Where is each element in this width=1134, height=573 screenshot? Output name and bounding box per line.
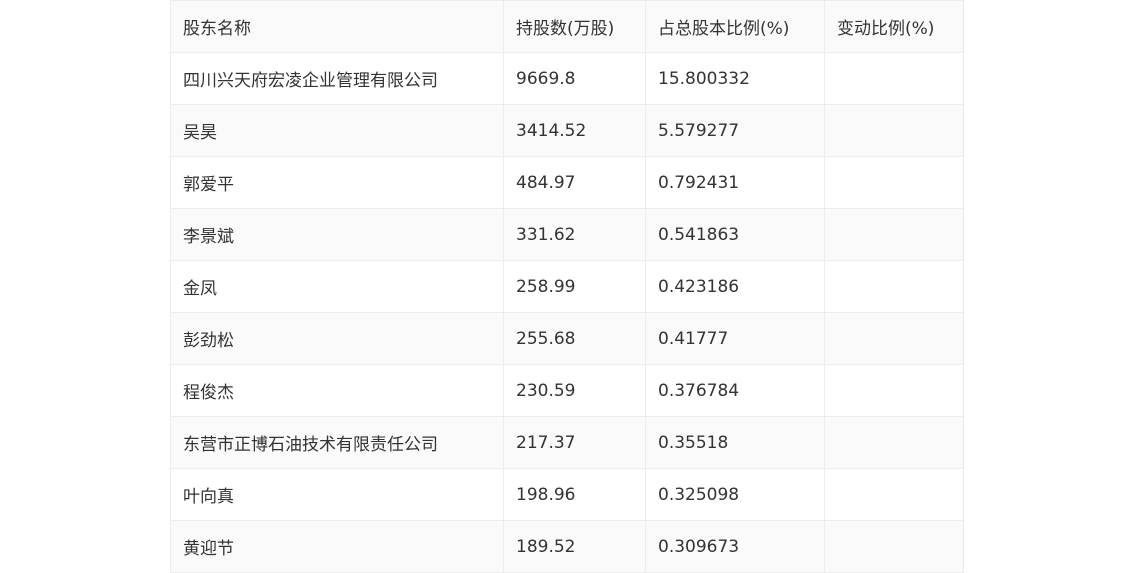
cell-shares-held: 189.52 bbox=[503, 520, 646, 573]
cell-change-ratio bbox=[824, 260, 964, 313]
header-shares-held: 持股数(万股) bbox=[503, 0, 646, 53]
cell-change-ratio bbox=[824, 416, 964, 469]
table-row: 叶向真 198.96 0.325098 bbox=[170, 468, 964, 521]
table-row: 四川兴天府宏凌企业管理有限公司 9669.8 15.800332 bbox=[170, 52, 964, 105]
cell-shareholder-name: 李景斌 bbox=[170, 208, 504, 261]
cell-shares-held: 198.96 bbox=[503, 468, 646, 521]
cell-share-ratio: 0.541863 bbox=[645, 208, 825, 261]
cell-shareholder-name: 彭劲松 bbox=[170, 312, 504, 365]
cell-shares-held: 484.97 bbox=[503, 156, 646, 209]
cell-shares-held: 230.59 bbox=[503, 364, 646, 417]
cell-change-ratio bbox=[824, 52, 964, 105]
cell-shares-held: 3414.52 bbox=[503, 104, 646, 157]
cell-shareholder-name: 叶向真 bbox=[170, 468, 504, 521]
cell-shareholder-name: 吴昊 bbox=[170, 104, 504, 157]
table-row: 程俊杰 230.59 0.376784 bbox=[170, 364, 964, 417]
cell-shareholder-name: 东营市正博石油技术有限责任公司 bbox=[170, 416, 504, 469]
cell-change-ratio bbox=[824, 364, 964, 417]
cell-change-ratio bbox=[824, 468, 964, 521]
table-header-row: 股东名称 持股数(万股) 占总股本比例(%) 变动比例(%) bbox=[170, 0, 964, 53]
cell-change-ratio bbox=[824, 104, 964, 157]
header-change-ratio: 变动比例(%) bbox=[824, 0, 964, 53]
cell-change-ratio bbox=[824, 520, 964, 573]
table-row: 彭劲松 255.68 0.41777 bbox=[170, 312, 964, 365]
header-shareholder-name: 股东名称 bbox=[170, 0, 504, 53]
cell-share-ratio: 0.376784 bbox=[645, 364, 825, 417]
table-row: 金凤 258.99 0.423186 bbox=[170, 260, 964, 313]
cell-shares-held: 9669.8 bbox=[503, 52, 646, 105]
cell-share-ratio: 15.800332 bbox=[645, 52, 825, 105]
table-row: 吴昊 3414.52 5.579277 bbox=[170, 104, 964, 157]
cell-shareholder-name: 程俊杰 bbox=[170, 364, 504, 417]
table-row: 东营市正博石油技术有限责任公司 217.37 0.35518 bbox=[170, 416, 964, 469]
cell-share-ratio: 0.325098 bbox=[645, 468, 825, 521]
cell-share-ratio: 0.41777 bbox=[645, 312, 825, 365]
cell-change-ratio bbox=[824, 208, 964, 261]
cell-share-ratio: 5.579277 bbox=[645, 104, 825, 157]
header-share-ratio: 占总股本比例(%) bbox=[645, 0, 825, 53]
cell-shareholder-name: 郭爱平 bbox=[170, 156, 504, 209]
cell-shares-held: 258.99 bbox=[503, 260, 646, 313]
cell-shareholder-name: 黄迎节 bbox=[170, 520, 504, 573]
cell-shareholder-name: 四川兴天府宏凌企业管理有限公司 bbox=[170, 52, 504, 105]
table-row: 李景斌 331.62 0.541863 bbox=[170, 208, 964, 261]
cell-share-ratio: 0.792431 bbox=[645, 156, 825, 209]
table-row: 黄迎节 189.52 0.309673 bbox=[170, 520, 964, 573]
cell-change-ratio bbox=[824, 312, 964, 365]
cell-shareholder-name: 金凤 bbox=[170, 260, 504, 313]
cell-share-ratio: 0.423186 bbox=[645, 260, 825, 313]
cell-shares-held: 255.68 bbox=[503, 312, 646, 365]
cell-share-ratio: 0.309673 bbox=[645, 520, 825, 573]
cell-share-ratio: 0.35518 bbox=[645, 416, 825, 469]
cell-shares-held: 331.62 bbox=[503, 208, 646, 261]
cell-change-ratio bbox=[824, 156, 964, 209]
table-row: 郭爱平 484.97 0.792431 bbox=[170, 156, 964, 209]
shareholder-table-container: 股东名称 持股数(万股) 占总股本比例(%) 变动比例(%) 四川兴天府宏凌企业… bbox=[170, 0, 964, 573]
cell-shares-held: 217.37 bbox=[503, 416, 646, 469]
shareholder-table: 股东名称 持股数(万股) 占总股本比例(%) 变动比例(%) 四川兴天府宏凌企业… bbox=[170, 0, 964, 573]
